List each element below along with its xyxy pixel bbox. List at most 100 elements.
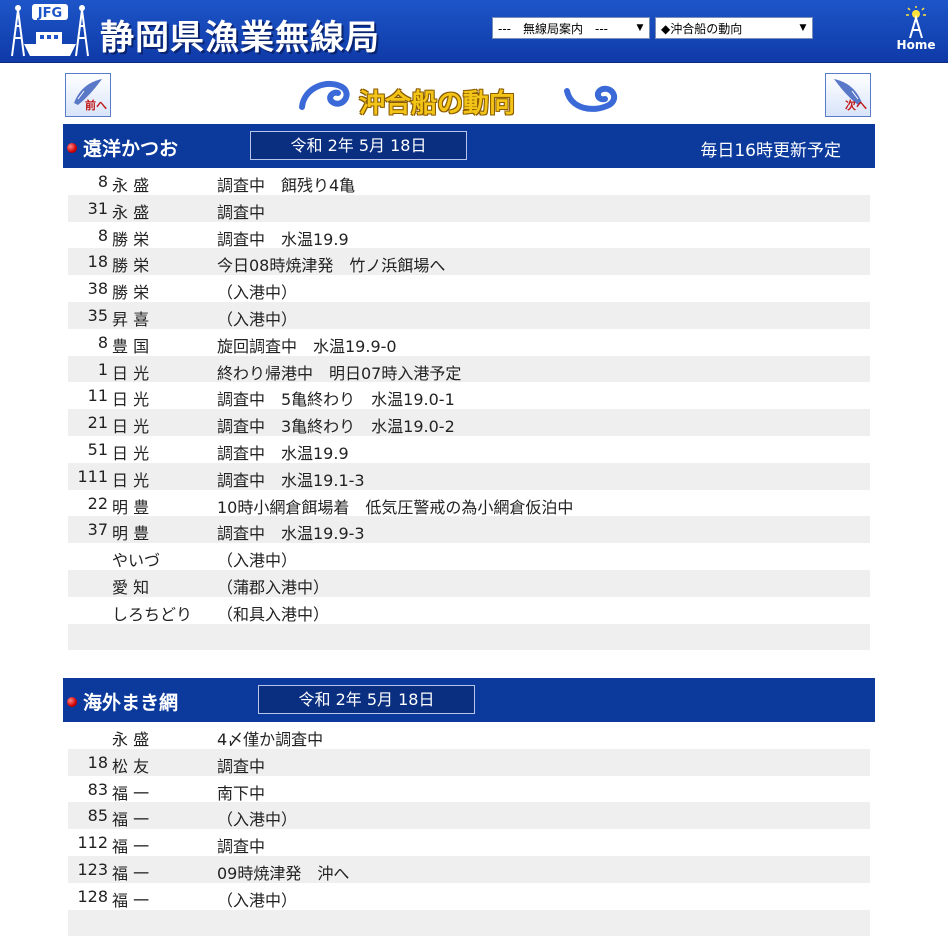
section-title: 遠洋かつお bbox=[83, 138, 179, 160]
vessel-name: 日 光 bbox=[112, 443, 150, 463]
table-row: 1日 光 終わり帰港中 明日07時入港予定 bbox=[68, 355, 870, 383]
vessel-status: 調査中 水温19.9 bbox=[217, 229, 349, 249]
table-row: 8豊 国 旋回調査中 水温19.9-0 bbox=[68, 329, 870, 356]
vessel-name: 勝 栄 bbox=[112, 256, 150, 276]
vessel-status: （蒲郡入港中） bbox=[217, 577, 330, 597]
vessel-status: 09時焼津発 沖へ bbox=[217, 863, 350, 883]
jfg-logo[interactable]: JFG bbox=[6, 2, 94, 58]
page-select[interactable]: ◆沖合船の動向 ▼ bbox=[655, 17, 813, 39]
site-title: 静岡県漁業無線局 bbox=[100, 18, 380, 58]
section-header-purse-seine: 海外まき網 令和 2年 5月 18日 bbox=[63, 678, 875, 722]
vessel-number: 37 bbox=[87, 520, 108, 540]
vessel-name: 豊 国 bbox=[112, 336, 150, 356]
table-row: 8永 盛 調査中 餌残り4亀 bbox=[68, 168, 870, 195]
vessel-name: 日 光 bbox=[112, 390, 150, 410]
vessel-status: 10時小網倉餌場着 低気圧警戒の為小網倉仮泊中 bbox=[217, 497, 574, 517]
vessel-status: 調査中 bbox=[217, 202, 266, 222]
vessel-name: 福 一 bbox=[112, 837, 150, 857]
table-row: 35 昇 喜 （入港中） bbox=[68, 301, 870, 329]
vessel-name: 福 一 bbox=[112, 863, 150, 883]
svg-text:JFG: JFG bbox=[37, 6, 62, 21]
table-row: 111 日 光 調査中 水温19.1-3 bbox=[68, 462, 870, 490]
wave-swirl-icon bbox=[564, 85, 618, 112]
vessel-name: 福 一 bbox=[112, 810, 150, 830]
table-row: しろちどり （和具入港中） bbox=[68, 597, 870, 624]
vessel-status: 終わり帰港中 明日07時入港予定 bbox=[217, 363, 462, 383]
prev-label: 前へ bbox=[85, 99, 107, 112]
bullet-icon bbox=[67, 143, 77, 153]
table-row: 85 福 一 （入港中） bbox=[68, 802, 870, 829]
vessel-list-tuna: 8永 盛調査中 餌残り4亀 31 永 盛調査中 8 勝 栄調査中 水温19.9 18 勝 栄… bbox=[68, 168, 870, 651]
table-row: 128 福 一 （入港中） bbox=[68, 883, 870, 910]
vessel-name: 愛 知 bbox=[112, 577, 150, 597]
vessel-name: 明 豊 bbox=[112, 497, 150, 517]
vessel-name: 永 盛 bbox=[112, 202, 150, 222]
table-row: 8勝 栄 調査中 水温19.9 bbox=[68, 222, 870, 249]
vessel-status: 調査中 3亀終わり 水温19.0-2 bbox=[217, 417, 455, 437]
update-note: 毎日16時更新予定 bbox=[700, 141, 841, 161]
prev-button[interactable]: 前へ bbox=[65, 73, 111, 117]
vessel-status: 調査中 餌残り4亀 bbox=[217, 176, 356, 195]
vessel-number: 51 bbox=[87, 439, 108, 459]
next-button[interactable]: 次へ bbox=[825, 73, 871, 117]
page-banner: 前へ 沖合船の動向 次へ bbox=[63, 63, 875, 123]
table-row: 31 永 盛 調査中 bbox=[68, 194, 870, 222]
table-row bbox=[68, 623, 870, 651]
table-row: 38 勝 栄 （入港中） bbox=[68, 275, 870, 302]
vessel-status: （入港中） bbox=[217, 283, 298, 303]
section-title: 海外まき網 bbox=[83, 692, 179, 714]
vessel-status: （入港中） bbox=[217, 551, 298, 571]
vessel-number: 21 bbox=[87, 413, 108, 433]
next-label: 次へ bbox=[845, 99, 867, 112]
table-row: 11 日 光 調査中 5亀終わり 水温19.0-1 bbox=[68, 382, 870, 409]
vessel-number: 31 bbox=[87, 198, 108, 218]
vessel-name: 勝 栄 bbox=[112, 229, 150, 249]
date-box: 令和 2年 5月 18日 bbox=[250, 131, 467, 160]
chevron-down-icon: ▼ bbox=[636, 23, 644, 33]
vessel-name: 永 盛 bbox=[112, 730, 150, 749]
vessel-status: 調査中 水温19.1-3 bbox=[217, 470, 365, 490]
vessel-name: 日 光 bbox=[112, 417, 150, 437]
vessel-status: 旋回調査中 水温19.9-0 bbox=[217, 336, 397, 356]
vessel-status: （入港中） bbox=[217, 309, 298, 329]
vessel-number: 111 bbox=[77, 466, 108, 486]
vessel-name: しろちどり bbox=[112, 604, 193, 624]
vessel-status: 4〆僅か調査中 bbox=[217, 730, 324, 749]
page-title: 沖合船の動向 bbox=[359, 89, 516, 119]
home-label: Home bbox=[896, 38, 936, 52]
vessel-number: 123 bbox=[77, 859, 108, 879]
vessel-name: 勝 栄 bbox=[112, 283, 150, 303]
vessel-number: 8 bbox=[97, 225, 108, 245]
vessel-status: 今日08時焼津発 竹ノ浜餌場へ bbox=[217, 256, 446, 276]
vessel-number: 128 bbox=[77, 886, 108, 906]
vessel-list-purse-seine: 永 盛 4〆僅か調査中 18 松 友調査中 83 福 一南下中 85 福 一（入港中） 112 福… bbox=[68, 722, 870, 936]
antenna-icon bbox=[906, 6, 926, 39]
table-row: 37 明 豊 調査中 水温19.9-3 bbox=[68, 516, 870, 543]
vessel-number: 8 bbox=[97, 332, 108, 352]
home-button[interactable]: Home bbox=[890, 6, 942, 54]
vessel-status: （入港中） bbox=[217, 890, 298, 910]
table-row: 永 盛 4〆僅か調査中 bbox=[68, 722, 870, 749]
table-row: 51 日 光 調査中 水温19.9 bbox=[68, 436, 870, 463]
date-box: 令和 2年 5月 18日 bbox=[258, 685, 475, 714]
table-row: やいづ （入港中） bbox=[68, 543, 870, 570]
station-guide-select[interactable]: --- 無線局案内 --- ▼ bbox=[492, 17, 650, 39]
vessel-number: 35 bbox=[87, 305, 108, 325]
vessel-status: 調査中 水温19.9-3 bbox=[217, 524, 365, 544]
vessel-number: 18 bbox=[87, 752, 108, 772]
vessel-status: （和具入港中） bbox=[217, 604, 330, 624]
vessel-name: 松 友 bbox=[112, 756, 150, 776]
table-row: 21 日 光 調査中 3亀終わり 水温19.0-2 bbox=[68, 409, 870, 436]
vessel-name: 日 光 bbox=[112, 470, 150, 490]
vessel-name: 福 一 bbox=[112, 783, 150, 803]
table-row: 123 福 一 09時焼津発 沖へ bbox=[68, 855, 870, 883]
vessel-name: やいづ bbox=[112, 551, 161, 571]
chevron-down-icon: ▼ bbox=[799, 23, 807, 33]
wave-swirl-icon bbox=[299, 80, 350, 110]
vessel-number: 112 bbox=[77, 833, 108, 853]
table-row: 83 福 一 南下中 bbox=[68, 776, 870, 803]
station-guide-select-value: --- 無線局案内 --- bbox=[498, 22, 608, 36]
vessel-status: 調査中 bbox=[217, 756, 266, 776]
vessel-name: 日 光 bbox=[112, 363, 150, 383]
table-row: 22 明 豊 10時小網倉餌場着 低気圧警戒の為小網倉仮泊中 bbox=[68, 490, 870, 517]
